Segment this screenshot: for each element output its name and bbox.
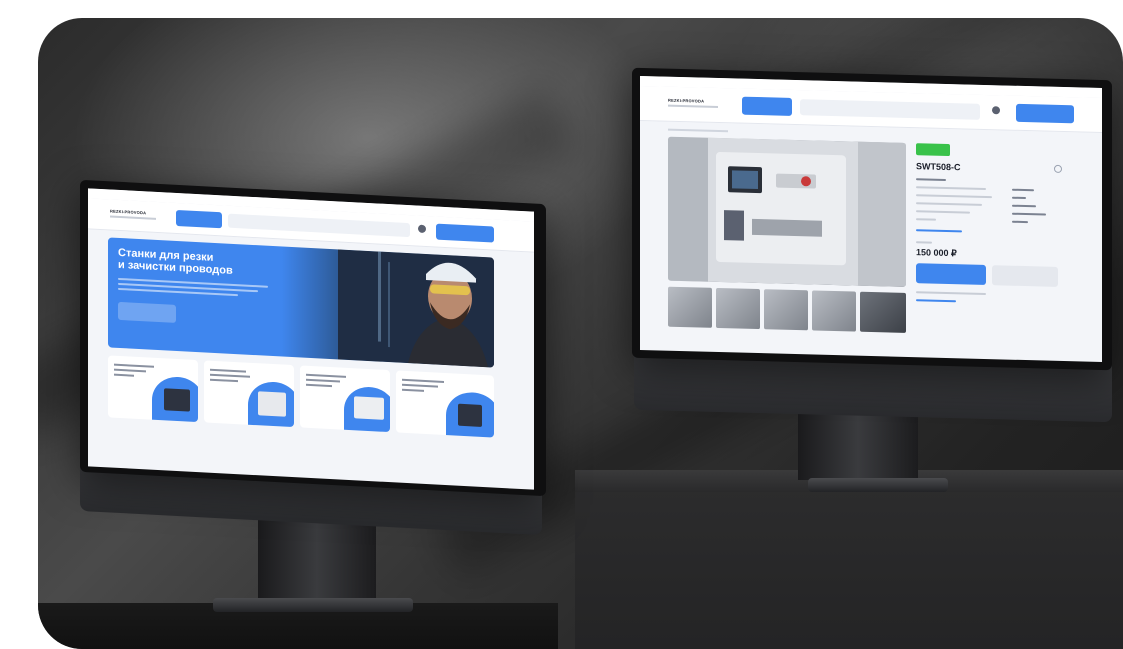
cable-machine-icon	[668, 136, 906, 287]
status-badge	[916, 143, 950, 157]
left-logo[interactable]: REZKI-PROVODA	[110, 208, 146, 215]
right-catalog-button[interactable]	[742, 96, 792, 116]
favorite-icon[interactable]	[1054, 164, 1062, 174]
right-cart-icon[interactable]	[992, 106, 1000, 115]
spec-label	[916, 186, 986, 191]
left-cart-icon[interactable]	[418, 224, 426, 234]
left-monitor-neck	[258, 518, 376, 600]
product-title: SWT508-C	[916, 161, 961, 173]
category-label-line	[402, 388, 424, 392]
product-photo	[668, 136, 906, 287]
worker-photo	[338, 249, 494, 368]
product-thumbnail[interactable]	[860, 291, 906, 333]
category-product-image	[258, 391, 286, 417]
spec-value	[1012, 204, 1036, 208]
category-product-image	[164, 388, 190, 412]
product-thumbnail[interactable]	[764, 289, 808, 331]
all-specs-link[interactable]	[916, 229, 962, 233]
spec-label	[916, 218, 936, 221]
left-search-input[interactable]	[228, 213, 410, 238]
category-label-line	[402, 383, 438, 388]
left-category-card[interactable]	[204, 360, 294, 428]
info-line	[916, 291, 986, 296]
left-category-card[interactable]	[300, 365, 390, 433]
right-search-input[interactable]	[800, 99, 980, 120]
left-monitor-foot	[213, 598, 413, 612]
mockup-scene: REZKI-PROVODA Станки для резки и зачистк…	[38, 18, 1123, 649]
right-cta-button[interactable]	[1016, 103, 1074, 124]
secondary-action-button[interactable]	[992, 265, 1058, 287]
specs-heading	[916, 178, 946, 181]
spec-label	[916, 194, 992, 199]
left-category-card[interactable]	[396, 370, 494, 438]
category-label-line	[210, 368, 246, 373]
product-thumbnail[interactable]	[716, 287, 760, 330]
product-price: 150 000 ₽	[916, 247, 957, 259]
category-product-image	[458, 403, 482, 427]
spec-value	[1012, 196, 1026, 200]
category-label-line	[210, 373, 250, 378]
category-product-image	[354, 396, 384, 420]
right-monitor-foot	[808, 478, 948, 492]
spec-value	[1012, 220, 1028, 224]
category-label-line	[114, 373, 134, 377]
right-logo-tagline	[668, 104, 718, 108]
breadcrumb	[668, 128, 728, 133]
category-label-line	[114, 363, 154, 368]
spec-value	[1012, 212, 1046, 216]
left-cta-button[interactable]	[436, 223, 494, 243]
left-category-card[interactable]	[108, 355, 198, 423]
category-label-line	[402, 378, 444, 383]
left-hero-title-2: и зачистки проводов	[118, 258, 233, 277]
product-thumbnail[interactable]	[812, 290, 856, 332]
category-label-line	[306, 373, 346, 378]
category-label-line	[306, 378, 340, 383]
left-hero-banner: Станки для резки и зачистки проводов	[108, 237, 494, 368]
category-label-line	[306, 383, 332, 388]
category-label-line	[210, 378, 238, 383]
right-monitor-screen: REZKI-PROVODA SWT508-C 150 000 ₽	[640, 75, 1102, 363]
info-link[interactable]	[916, 299, 956, 303]
pedestal	[575, 470, 1123, 649]
right-logo[interactable]: REZKI-PROVODA	[668, 98, 704, 104]
left-logo-tagline	[110, 215, 156, 220]
product-thumbnail[interactable]	[668, 286, 712, 328]
left-hero-button[interactable]	[118, 301, 176, 323]
spec-value	[1012, 188, 1034, 192]
right-monitor-neck	[798, 410, 918, 480]
category-label-line	[114, 368, 146, 373]
buy-button[interactable]	[916, 263, 986, 286]
price-label	[916, 241, 932, 244]
left-catalog-button[interactable]	[176, 209, 222, 229]
left-monitor-screen: REZKI-PROVODA Станки для резки и зачистк…	[88, 188, 534, 490]
spec-label	[916, 210, 970, 214]
spec-label	[916, 202, 982, 206]
